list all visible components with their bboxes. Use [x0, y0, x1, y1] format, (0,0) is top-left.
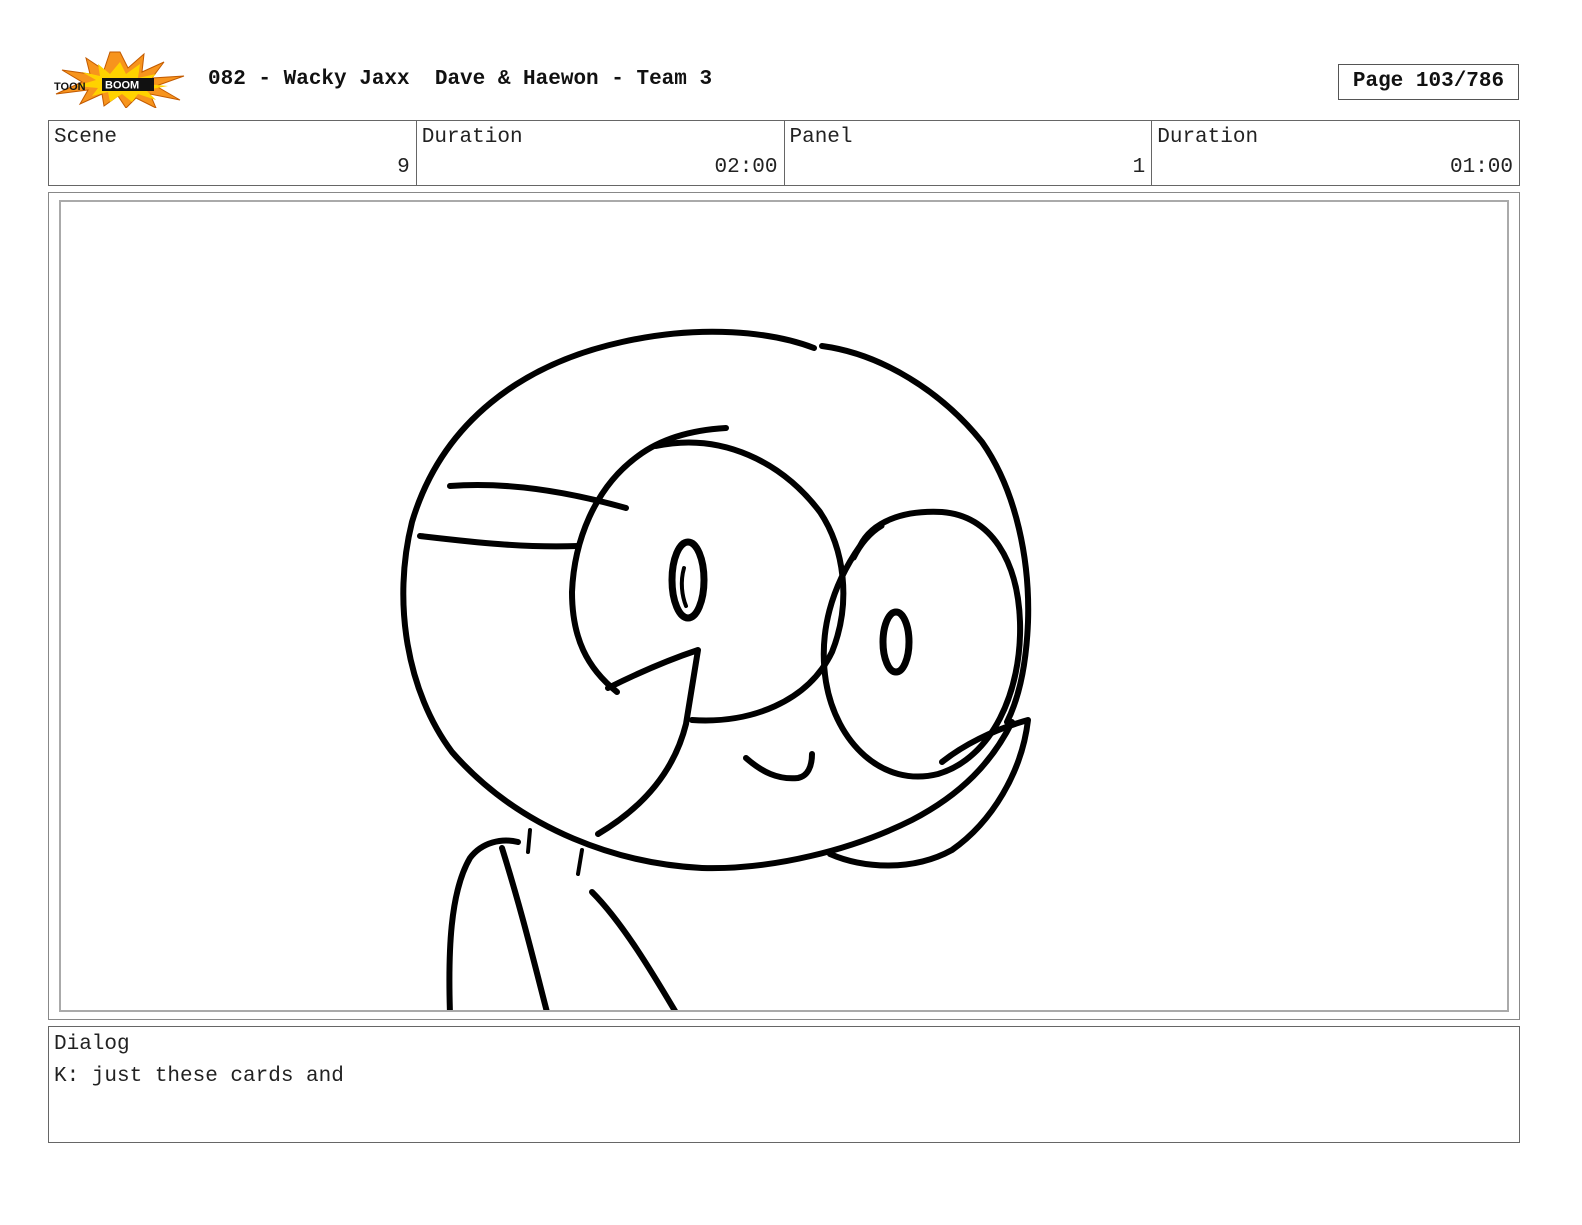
- logo-toon-text: TOON: [54, 81, 86, 93]
- storyboard-panel: [59, 200, 1509, 1012]
- panel-cell: Panel 1: [785, 121, 1153, 185]
- scene-duration-label: Duration: [421, 126, 523, 149]
- panel-duration-cell: Duration 01:00: [1152, 121, 1519, 185]
- page-number: Page 103/786: [1338, 64, 1519, 100]
- character-sketch: [400, 328, 1032, 1010]
- panel-value: 1: [1132, 156, 1146, 179]
- toon-boom-logo: TOON BOOM: [52, 50, 188, 110]
- storyboard-title: 082 - Wacky Jaxx Dave & Haewon - Team 3: [208, 68, 713, 91]
- panel-duration-label: Duration: [1157, 126, 1259, 149]
- scene-info-row: Scene 9 Duration 02:00 Panel 1 Duration …: [48, 120, 1520, 186]
- scene-cell: Scene 9: [49, 121, 417, 185]
- logo-boom-text: BOOM: [105, 80, 139, 92]
- dialog-box: Dialog K: just these cards and: [48, 1026, 1520, 1143]
- dialog-label: Dialog: [54, 1033, 130, 1056]
- scene-label: Scene: [54, 126, 118, 149]
- dialog-text: K: just these cards and: [54, 1065, 344, 1088]
- panel-label: Panel: [789, 126, 853, 149]
- scene-duration-value: 02:00: [714, 156, 778, 179]
- panel-duration-value: 01:00: [1449, 156, 1513, 179]
- scene-value: 9: [397, 156, 410, 179]
- scene-duration-cell: Duration 02:00: [417, 121, 785, 185]
